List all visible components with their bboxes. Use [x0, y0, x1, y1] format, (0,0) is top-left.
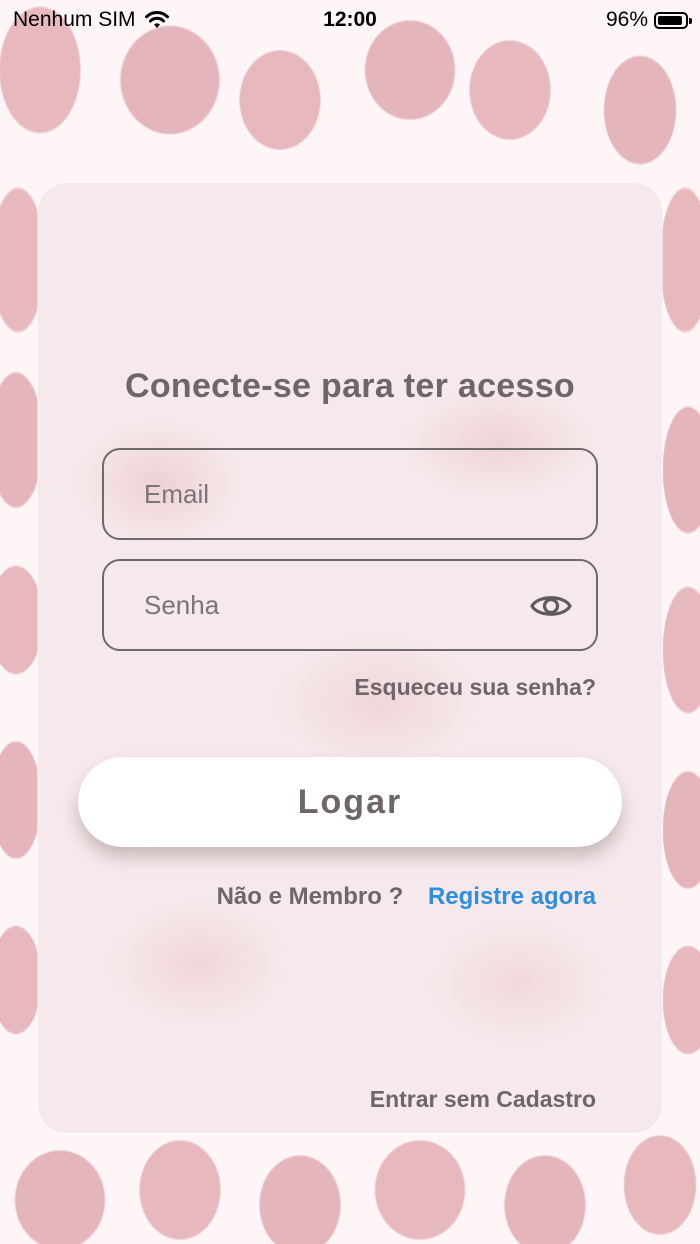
email-field[interactable]	[102, 448, 598, 540]
eye-icon[interactable]	[530, 587, 572, 625]
email-input[interactable]	[142, 477, 506, 511]
register-row: Não e Membro ? Registre agora	[38, 883, 596, 911]
forgot-password-link[interactable]: Esqueceu sua senha?	[354, 674, 596, 701]
register-prompt: Não e Membro ?	[216, 883, 404, 910]
status-time: 12:00	[323, 8, 377, 31]
password-field[interactable]	[102, 559, 598, 651]
login-button[interactable]: Logar	[78, 757, 622, 847]
status-bar: Nenhum SIM 12:00 96%	[0, 0, 700, 40]
guest-login-link[interactable]: Entrar sem Cadastro	[370, 1086, 596, 1113]
login-title: Conecte-se para ter acesso	[124, 367, 575, 405]
battery-icon	[654, 11, 692, 29]
password-input[interactable]	[142, 588, 506, 622]
status-right: 96%	[605, 8, 692, 32]
battery-percent: 96%	[605, 8, 648, 31]
register-link[interactable]: Registre agora	[428, 883, 596, 910]
login-card: Conecte-se para ter acesso Esqueceu sua …	[38, 183, 662, 1133]
